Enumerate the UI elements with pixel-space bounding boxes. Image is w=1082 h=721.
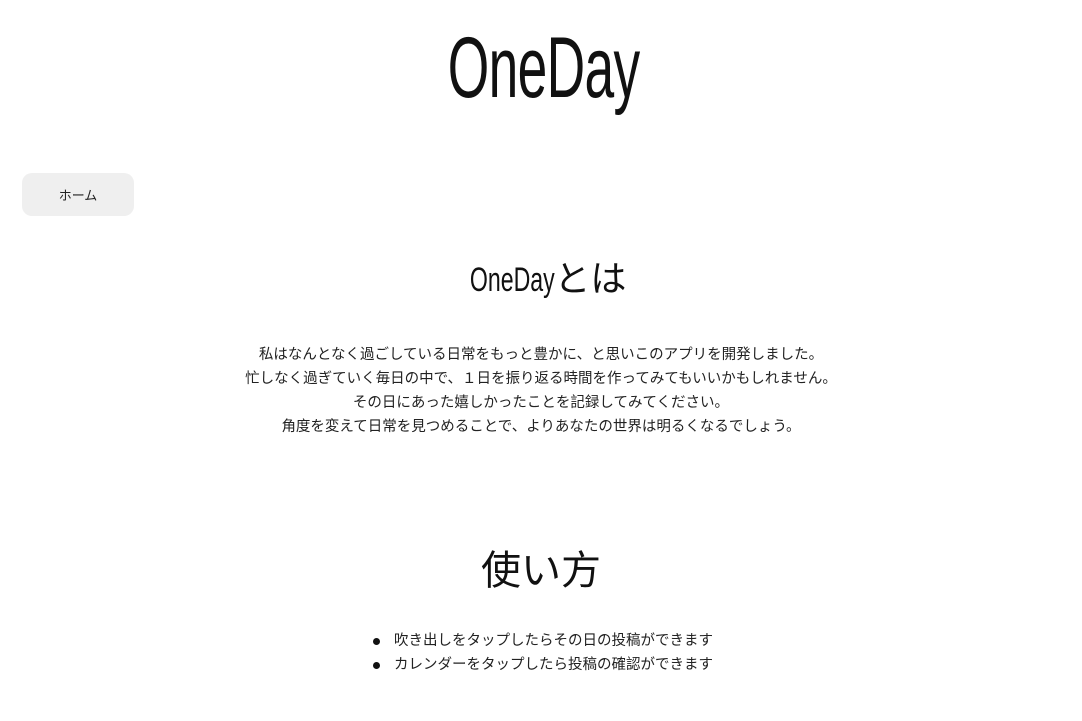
about-line-1: 私はなんとなく過ごしている日常をもっと豊かに、と思いこのアプリを開発しました。	[258, 347, 824, 363]
home-button[interactable]: ホーム	[22, 173, 134, 216]
usage-item-post: 吹き出しをタップしたらその日の投稿ができます	[373, 629, 713, 653]
about-title: OneDayとは	[0, 256, 1082, 304]
about-title-suffix: とは	[554, 259, 627, 300]
about-title-brand: OneDay	[469, 261, 555, 299]
about-line-2: 忙しなく過ぎていく毎日の中で、１日を振り返る時間を作ってみてもいいかもしれません…	[245, 371, 837, 387]
usage-list: 吹き出しをタップしたらその日の投稿ができます カレンダーをタップしたら投稿の確認…	[373, 629, 713, 677]
about-line-4: 角度を変えて日常を見つめることで、よりあなたの世界は明るくなるでしょう。	[281, 419, 801, 435]
about-line-3: その日にあった嬉しかったことを記録してみてください。	[352, 395, 730, 411]
usage-item-check: カレンダーをタップしたら投稿の確認ができます	[373, 653, 713, 677]
about-description: 私はなんとなく過ごしている日常をもっと豊かに、と思いこのアプリを開発しました。 …	[0, 343, 1082, 439]
usage-title: 使い方	[481, 548, 601, 594]
app-logo[interactable]: OneDay	[208, 14, 879, 122]
